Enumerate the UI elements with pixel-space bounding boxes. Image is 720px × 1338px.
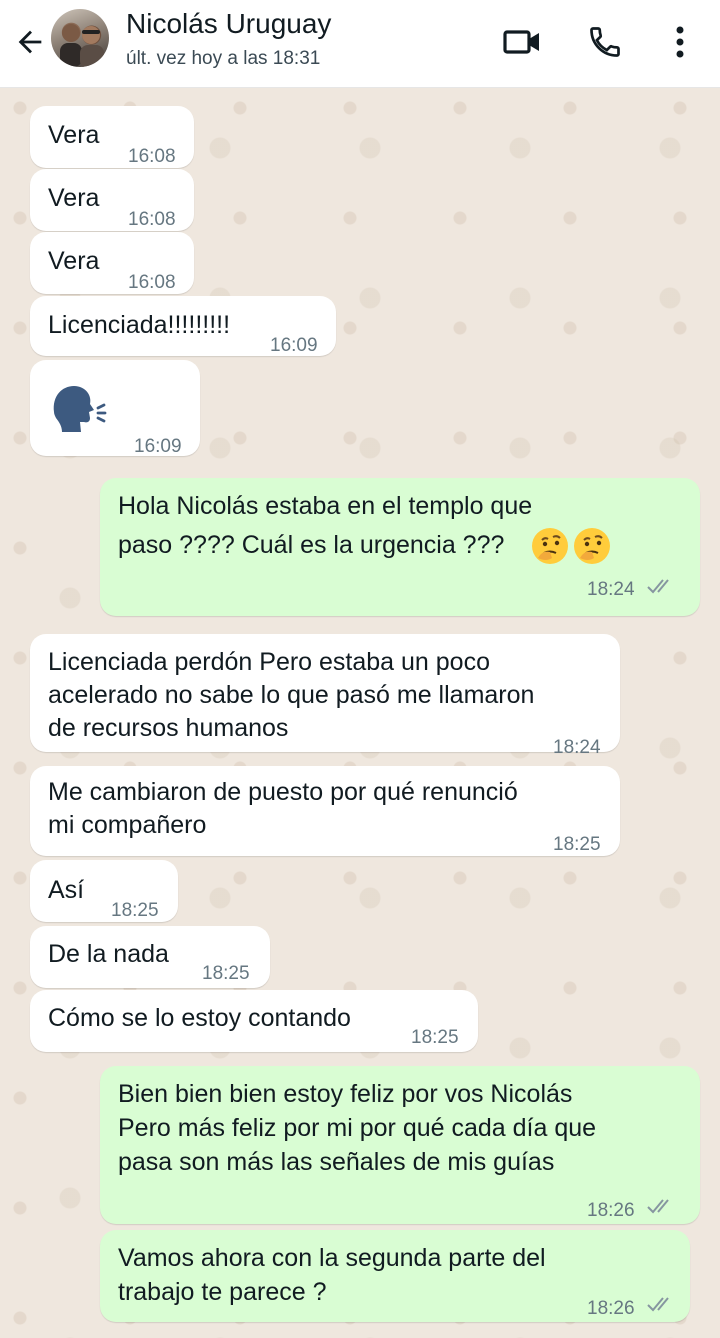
message-time: 16:08 bbox=[128, 272, 176, 293]
message-text: Vera bbox=[48, 247, 100, 275]
message-bubble[interactable]: Así 18:25 bbox=[30, 860, 178, 922]
message-time: 16:09 bbox=[134, 436, 182, 457]
arrow-left-icon bbox=[18, 30, 42, 54]
more-options-button[interactable] bbox=[658, 20, 702, 64]
phone-icon bbox=[590, 27, 620, 57]
message-text-line: Hola Nicolás estaba en el templo que bbox=[118, 492, 533, 520]
message-bubble[interactable]: 16:09 bbox=[30, 360, 200, 457]
message-bubble[interactable]: De la nada 18:25 bbox=[30, 926, 270, 988]
message-text-line: Vamos ahora con la segunda parte del bbox=[118, 1244, 546, 1272]
message-text-line: Pero más feliz por mi por qué cada día q… bbox=[118, 1114, 597, 1142]
video-call-button[interactable] bbox=[500, 20, 544, 64]
back-button[interactable] bbox=[10, 22, 50, 62]
message-time: 18:25 bbox=[111, 900, 159, 921]
message-bubble[interactable]: Licenciada!!!!!!!!! 16:09 bbox=[30, 296, 336, 356]
message-bubble[interactable]: Me cambiaron de puesto por qué renunció … bbox=[30, 766, 620, 856]
message-text: Vera bbox=[48, 184, 100, 212]
message-text-line: pasa son más las señales de mis guías bbox=[118, 1148, 555, 1176]
message-time: 18:24 bbox=[553, 737, 601, 758]
message-text: Cómo se lo estoy contando bbox=[48, 1004, 351, 1032]
chat-header: Nicolás Uruguay últ. vez hoy a las 18:31 bbox=[0, 0, 720, 88]
message-text: Vera bbox=[48, 121, 100, 149]
message-text-line: paso ???? Cuál es la urgencia ??? bbox=[118, 531, 505, 559]
double-check-icon bbox=[647, 1199, 669, 1214]
speaking-head-icon bbox=[53, 386, 107, 432]
thinking-face-icon bbox=[574, 528, 610, 564]
chat-area[interactable]: Vera 16:08 Vera 16:08 Vera 16:08 Licenci… bbox=[0, 88, 720, 1338]
message-text-line: Bien bien bien estoy feliz por vos Nicol… bbox=[118, 1080, 573, 1108]
message-time: 16:09 bbox=[270, 335, 318, 356]
double-check-icon bbox=[647, 579, 669, 594]
message-text-line: de recursos humanos bbox=[48, 714, 289, 742]
message-text-line: Me cambiaron de puesto por qué renunció bbox=[48, 778, 518, 806]
avatar[interactable] bbox=[51, 9, 109, 67]
message-text: De la nada bbox=[48, 940, 169, 968]
message-bubble[interactable]: Vera 16:08 bbox=[30, 169, 194, 231]
message-time: 18:26 bbox=[587, 1200, 635, 1221]
message-time: 18:25 bbox=[553, 834, 601, 855]
message-time: 18:25 bbox=[411, 1027, 459, 1048]
message-text: Así bbox=[48, 876, 85, 904]
message-bubble[interactable]: Vera 16:08 bbox=[30, 232, 194, 294]
message-bubble[interactable]: Vamos ahora con la segunda parte del tra… bbox=[100, 1230, 690, 1322]
double-check-icon bbox=[647, 1297, 669, 1312]
message-bubble[interactable]: Licenciada perdón Pero estaba un poco ac… bbox=[30, 634, 620, 758]
message-text-line: trabajo te parece ? bbox=[118, 1278, 327, 1306]
message-text-line: mi compañero bbox=[48, 811, 207, 839]
voice-call-button[interactable] bbox=[583, 20, 627, 64]
message-time: 18:25 bbox=[202, 963, 250, 984]
avatar-photo bbox=[60, 24, 104, 67]
message-bubble[interactable]: Hola Nicolás estaba en el templo que pas… bbox=[100, 478, 700, 616]
video-camera-icon bbox=[503, 30, 539, 54]
message-bubble[interactable]: Bien bien bien estoy feliz por vos Nicol… bbox=[100, 1066, 700, 1224]
message-bubble[interactable]: Cómo se lo estoy contando 18:25 bbox=[30, 990, 478, 1052]
more-vertical-icon bbox=[676, 26, 684, 58]
thinking-face-icon bbox=[532, 528, 568, 564]
message-text-line: Licenciada perdón Pero estaba un poco bbox=[48, 648, 490, 676]
contact-name[interactable]: Nicolás Uruguay bbox=[126, 8, 331, 40]
message-text-line: acelerado no sabe lo que pasó me llamaro… bbox=[48, 681, 535, 709]
message-time: 18:26 bbox=[587, 1298, 635, 1319]
message-bubble[interactable]: Vera 16:08 bbox=[30, 106, 194, 168]
last-seen-status: últ. vez hoy a las 18:31 bbox=[126, 48, 321, 69]
message-text: Licenciada!!!!!!!!! bbox=[48, 311, 231, 339]
message-time: 18:24 bbox=[587, 579, 635, 600]
